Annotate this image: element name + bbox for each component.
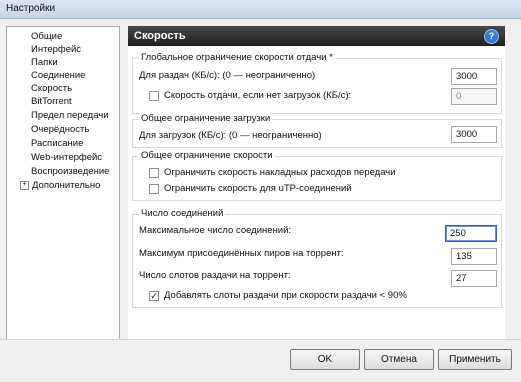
tree-item-web-ui[interactable]: Web-интерфейс <box>31 151 102 164</box>
expand-plus-icon[interactable]: + <box>20 180 29 190</box>
tree-item-connection[interactable]: Соединение <box>31 69 85 82</box>
tree-item-interface[interactable]: Интерфейс <box>31 43 81 56</box>
connections-group: Число соединений Максимальное число соед… <box>132 208 502 308</box>
apply-button[interactable]: Применить <box>438 349 512 370</box>
upload-limit-group: Глобальное ограничение скорости отдачи *… <box>132 52 502 114</box>
tree-item-queueing[interactable]: Очерёдность <box>31 123 89 136</box>
tree-item-advanced[interactable]: + Дополнительно <box>20 179 100 192</box>
max-peers-input[interactable]: 135 <box>451 248 497 265</box>
overhead-limit-label: Ограничить скорость накладных расходов п… <box>164 167 396 178</box>
alt-upload-rate-input[interactable]: 0 <box>451 88 497 105</box>
title-bar[interactable]: Настройки <box>0 0 521 19</box>
speed-settings-panel: Глобальное ограничение скорости отдачи *… <box>128 46 505 339</box>
upload-limit-group-title: Глобальное ограничение скорости отдачи * <box>139 52 335 63</box>
page-header: Скорость ? <box>128 26 505 46</box>
tree-item-transfer-cap[interactable]: Предел передачи <box>31 109 109 122</box>
cancel-button[interactable]: Отмена <box>364 349 434 370</box>
alt-upload-rate-checkbox[interactable] <box>149 91 159 101</box>
tree-item-advanced-label: Дополнительно <box>32 180 101 191</box>
download-rate-input[interactable]: 3000 <box>451 126 497 143</box>
settings-window: Настройки Общие Интерфейс Папки Соединен… <box>0 0 521 382</box>
speed-limit-group-title: Общее ограничение скорости <box>139 150 275 161</box>
upload-rate-label: Для раздач (КБ/с): (0 — неограниченно) <box>139 70 316 81</box>
upload-slots-label: Число слотов раздачи на торрент: <box>139 270 291 281</box>
page-title: Скорость <box>134 30 186 42</box>
dialog-footer: OK Отмена Применить <box>0 339 521 382</box>
max-peers-label: Максимум присоединённых пиров на торрент… <box>139 248 344 259</box>
download-limit-group-title: Общее ограничение загрузки <box>139 113 273 124</box>
download-limit-group: Общее ограничение загрузки Для загрузок … <box>132 113 502 148</box>
tree-item-speed[interactable]: Скорость <box>31 82 72 95</box>
connections-group-title: Число соединений <box>139 208 226 219</box>
overhead-limit-checkbox[interactable] <box>149 168 159 178</box>
max-connections-input[interactable]: 250 <box>445 225 497 242</box>
window-title: Настройки <box>6 3 56 14</box>
max-connections-label: Максимальное число соединений: <box>139 225 292 236</box>
utp-limit-checkbox[interactable] <box>149 184 159 194</box>
tree-item-scheduler[interactable]: Расписание <box>31 137 83 150</box>
settings-tree[interactable]: Общие Интерфейс Папки Соединение Скорост… <box>6 26 120 341</box>
tree-item-general[interactable]: Общие <box>31 30 62 43</box>
alt-upload-rate-label: Скорость отдачи, если нет загрузок (КБ/с… <box>164 90 352 101</box>
upload-rate-input[interactable]: 3000 <box>451 68 497 85</box>
speed-limit-group: Общее ограничение скорости Ограничить ск… <box>132 150 502 201</box>
utp-limit-label: Ограничить скорость для uTP-соединений <box>164 183 352 194</box>
upload-slots-input[interactable]: 27 <box>451 270 497 287</box>
download-rate-label: Для загрузок (КБ/с): (0 — неограниченно) <box>139 130 322 141</box>
tree-item-playback[interactable]: Воспроизведение <box>31 165 109 178</box>
help-icon[interactable]: ? <box>484 29 499 44</box>
extra-slots-checkbox[interactable]: ✓ <box>149 291 159 301</box>
tree-item-bittorrent[interactable]: BitTorrent <box>31 95 72 108</box>
tree-item-folders[interactable]: Папки <box>31 56 58 69</box>
ok-button[interactable]: OK <box>290 349 360 370</box>
extra-slots-label: Добавлять слоты раздачи при скорости раз… <box>164 290 407 301</box>
